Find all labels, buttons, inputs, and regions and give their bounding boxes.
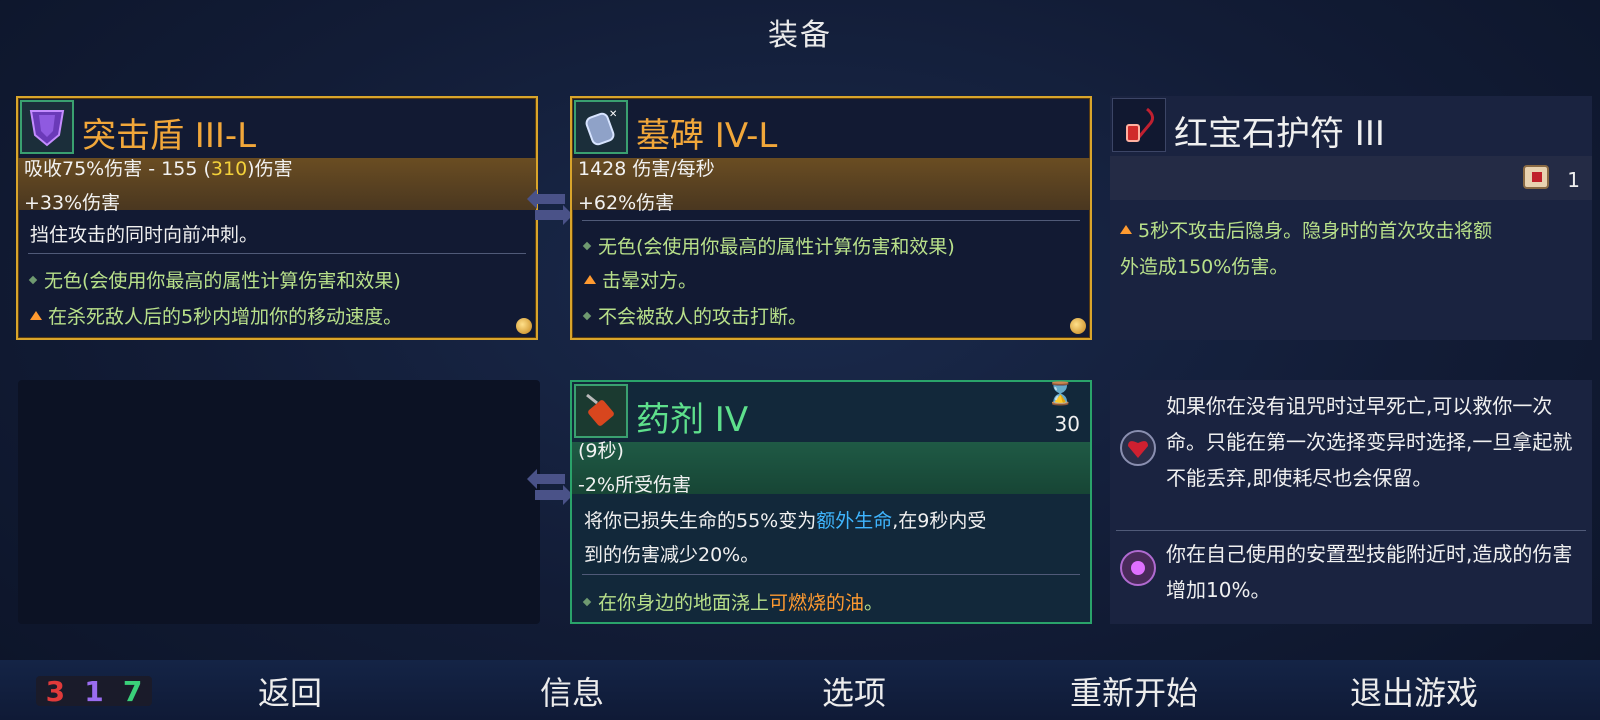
page-title: 装备 [768, 18, 832, 53]
upgrade-icon [584, 275, 596, 284]
arrow-right-icon [535, 485, 573, 505]
mutations-panel: 如果你在没有诅咒时过早死亡,可以救你一次命。只能在第一次选择变异时选择,一旦拿起… [1110, 380, 1592, 624]
eye-mutation-icon [1118, 548, 1158, 588]
trait-colorless: 无色(会使用你最高的属性计算伤害和效果) [582, 232, 955, 259]
mutation-text: 如果你在没有诅咒时过早死亡,可以救你一次命。只能在第一次选择变异时选择,一旦拿起… [1166, 394, 1573, 490]
legendary-gem-icon [516, 318, 532, 334]
dps-stat: 1428 伤害/每秒 [578, 158, 715, 180]
diamond-icon [582, 311, 592, 320]
card-header: 药剂 IV [572, 382, 1090, 442]
legendary-gem-icon [1070, 318, 1086, 334]
swap-button[interactable] [527, 468, 573, 506]
upgrade-icon [30, 311, 42, 320]
equip-slot-shield[interactable]: 突击盾 III-L 吸收75%伤害 - 155 (310)伤害 +33%伤害 挡… [16, 96, 538, 340]
info-button[interactable]: 信息 [540, 668, 604, 714]
card-header: ✕ 墓碑 IV-L [572, 98, 1090, 158]
item-description: 挡住攻击的同时向前冲刺。 [30, 224, 259, 246]
arrow-left-icon [527, 469, 565, 489]
damage-taken-stat: -2%所受伤害 [578, 474, 691, 496]
equip-slot-amulet[interactable]: 红宝石护符 III 1 5秒不攻击后隐身。隐身时的首次攻击将额 外造成150%伤… [1110, 96, 1592, 340]
potion-icon [574, 384, 628, 438]
damage-stat: 吸收75%伤害 - 155 (310)伤害 [24, 158, 293, 180]
divider [582, 220, 1080, 221]
divider [1116, 530, 1586, 531]
card-title: 墓碑 IV-L [636, 116, 778, 156]
mutation-row-1[interactable]: 如果你在没有诅咒时过早死亡,可以救你一次命。只能在第一次选择变异时选择,一旦拿起… [1116, 388, 1586, 528]
trait-speed: 在杀死敌人后的5秒内增加你的移动速度。 [30, 302, 402, 329]
amulet-effect-line2: 外造成150%伤害。 [1120, 256, 1289, 278]
card-title: 红宝石护符 III [1174, 114, 1385, 154]
diamond-icon [28, 275, 38, 284]
duration-stat: (9秒) [578, 440, 624, 462]
swap-button[interactable] [527, 188, 573, 226]
stats-display: 3 1 7 [36, 674, 152, 708]
heart-mutation-icon [1118, 428, 1158, 468]
equip-slot-empty[interactable] [18, 380, 540, 624]
back-button[interactable]: 返回 [197, 668, 383, 714]
card-title: 突击盾 III-L [82, 116, 257, 156]
trait-uninterruptible: 不会被敌人的攻击打断。 [582, 302, 807, 329]
mutation-text: 你在自己使用的安置型技能附近时,造成的伤害增加10%。 [1166, 542, 1573, 602]
diamond-icon [582, 597, 592, 606]
scroll-icon [1520, 160, 1554, 194]
divider [28, 253, 526, 254]
mutation-row-2[interactable]: 你在自己使用的安置型技能附近时,造成的伤害增加10%。 [1116, 536, 1586, 612]
item-description: 将你已损失生命的55%变为额外生命,在9秒内受 [584, 510, 987, 532]
card-header: 红宝石护符 III [1110, 96, 1592, 156]
restart-button[interactable]: 重新开始 [1070, 668, 1198, 714]
trait-oil: 在你身边的地面浇上 可燃烧的油。 [582, 588, 883, 615]
hourglass-icon: ⌛ [1046, 382, 1074, 407]
amulet-effect-line1: 5秒不攻击后隐身。隐身时的首次攻击将额 [1120, 216, 1492, 243]
card-title: 药剂 IV [636, 400, 749, 440]
equip-slot-tombstone[interactable]: ✕ 墓碑 IV-L 1428 伤害/每秒 +62%伤害 无色(会使用你最高的属性… [570, 96, 1092, 340]
trait-colorless: 无色(会使用你最高的属性计算伤害和效果) [28, 266, 401, 293]
cooldown-value: 30 [1054, 412, 1080, 436]
options-button[interactable]: 选项 [822, 668, 886, 714]
upgrade-icon [1120, 225, 1132, 234]
item-description-line2: 到的伤害减少20%。 [584, 544, 760, 566]
damage-bonus: +62%伤害 [578, 192, 675, 214]
brutality-stat: 3 [45, 674, 66, 708]
svg-text:✕: ✕ [609, 109, 617, 120]
tactics-stat: 1 [84, 674, 104, 708]
equip-slot-potion[interactable]: 药剂 IV ⌛ 30 (9秒) -2%所受伤害 将你已损失生命的55%变为额外生… [570, 380, 1092, 624]
amulet-icon [1112, 98, 1166, 152]
divider [582, 574, 1080, 575]
quit-button[interactable]: 退出游戏 [1350, 668, 1478, 714]
arrow-right-icon [535, 205, 573, 225]
arrow-left-icon [527, 189, 565, 209]
tombstone-icon: ✕ [574, 100, 628, 154]
survival-stat: 7 [122, 674, 143, 708]
shield-icon [20, 100, 74, 154]
scroll-count: 1 [1567, 168, 1580, 192]
damage-bonus: +33%伤害 [24, 192, 121, 214]
card-header: 突击盾 III-L [18, 98, 536, 158]
diamond-icon [582, 241, 592, 250]
trait-stun: 击晕对方。 [584, 266, 697, 293]
